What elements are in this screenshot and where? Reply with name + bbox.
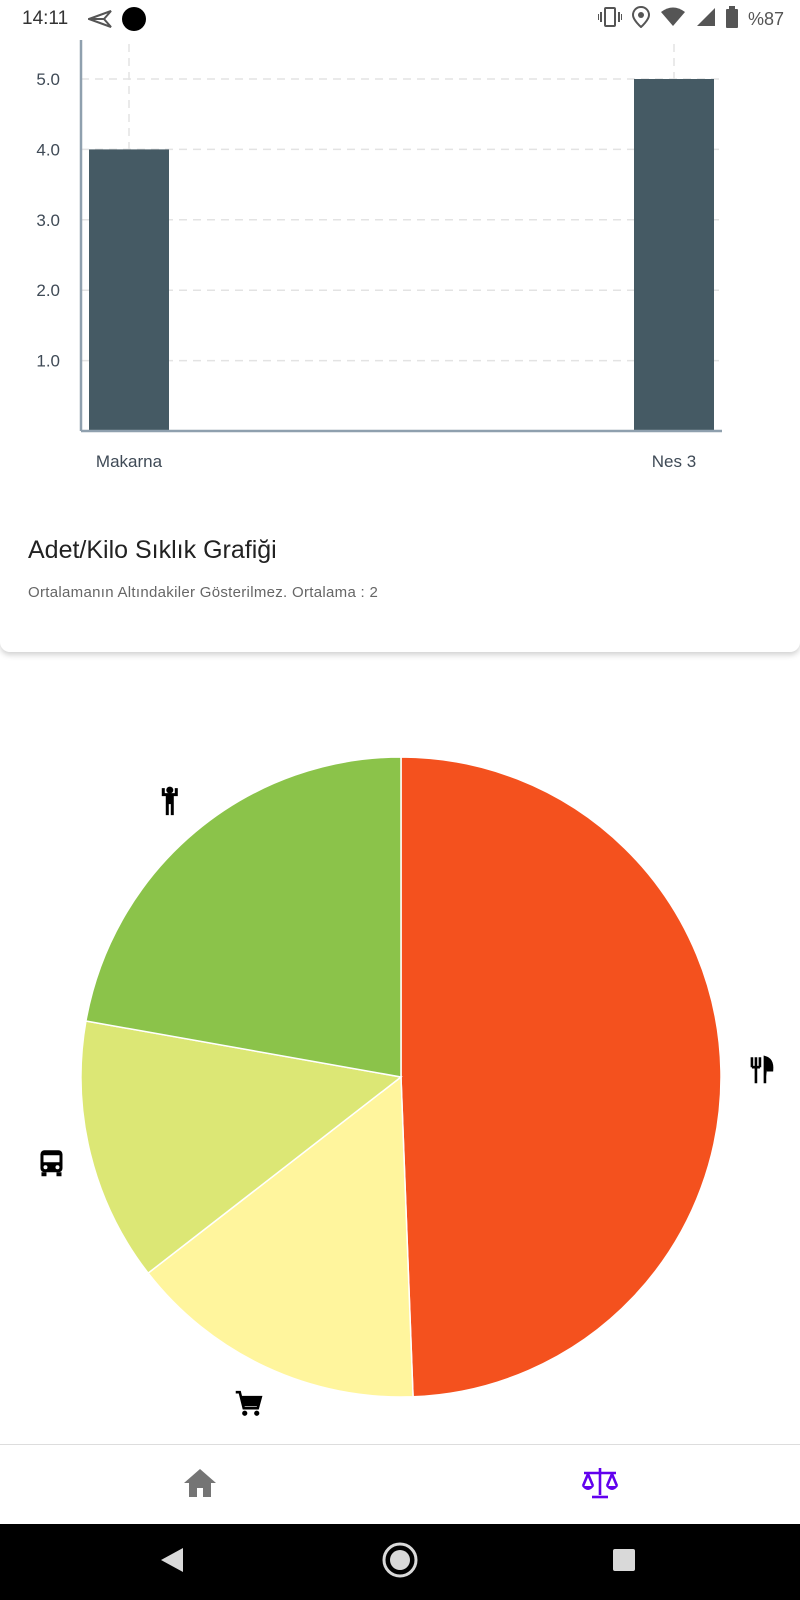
y-tick-label: 3.0	[36, 211, 60, 230]
system-recents-button[interactable]	[564, 1524, 684, 1600]
bar-chart: 1.0 2.0 3.0 4.0 5.0 Makarna Nes 3	[36, 30, 722, 471]
wifi-icon	[660, 7, 686, 32]
frequency-chart-card: 1.0 2.0 3.0 4.0 5.0 Makarna Nes 3 Adet/Kilo Sı…	[0, 0, 800, 652]
nav-scale-button[interactable]	[400, 1445, 800, 1525]
bar	[634, 79, 714, 431]
y-tick-label: 1.0	[36, 352, 60, 371]
bottom-navigation	[0, 1444, 800, 1525]
system-home-button[interactable]	[340, 1524, 460, 1600]
chart-title: Adet/Kilo Sıklık Grafiği	[28, 536, 277, 564]
cart-icon	[235, 1390, 263, 1416]
bus-icon	[40, 1150, 63, 1177]
battery-percent: %87	[747, 9, 784, 29]
nav-home-button[interactable]	[0, 1445, 400, 1525]
x-tick-label: Nes 3	[652, 452, 696, 471]
system-navigation-bar	[0, 1524, 800, 1600]
scale-icon	[580, 1466, 620, 1505]
location-icon	[631, 5, 650, 33]
y-tick-label: 4.0	[36, 140, 60, 159]
vibrate-icon	[596, 6, 623, 33]
person-icon	[161, 786, 178, 816]
pie-slice	[85, 756, 402, 1078]
send-icon	[86, 9, 112, 34]
home-icon	[182, 1467, 218, 1504]
battery-icon	[725, 6, 738, 33]
restaurant-icon	[750, 1055, 774, 1084]
y-tick-label: 2.0	[36, 281, 60, 300]
pie-slice	[400, 756, 722, 1398]
pie-chart-section	[0, 652, 800, 1444]
signal-icon	[696, 7, 716, 32]
status-bar: 14:11 %87	[0, 0, 800, 40]
chart-subtitle: Ortalamanın Altındakiler Gösterilmez. Or…	[28, 584, 379, 601]
system-back-button[interactable]	[112, 1524, 232, 1600]
y-tick-label: 5.0	[36, 70, 60, 89]
back-icon	[159, 1546, 185, 1579]
recents-icon	[612, 1548, 636, 1577]
x-tick-label: Makarna	[96, 452, 163, 471]
circle-icon	[122, 7, 146, 31]
bar	[89, 149, 169, 431]
status-time: 14:11	[22, 8, 69, 29]
status-icons: %87	[596, 5, 784, 33]
home-circle-icon	[381, 1541, 419, 1584]
pie-chart	[40, 756, 774, 1416]
